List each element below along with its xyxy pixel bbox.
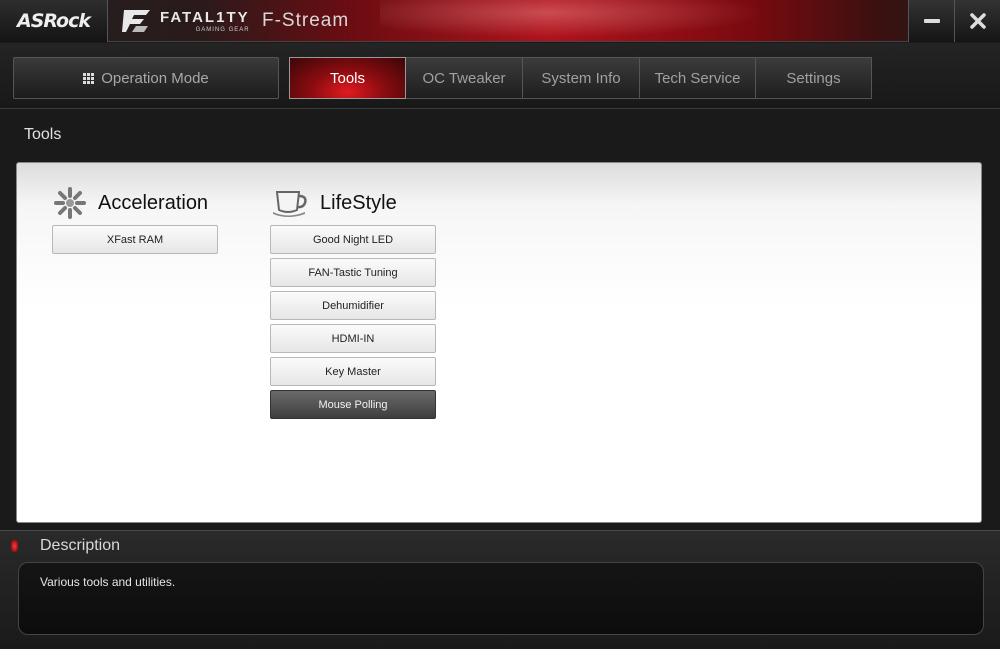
- tab-tech-service[interactable]: Tech Service: [640, 57, 756, 99]
- lifestyle-group: LifeStyle Good Night LED FAN-Tastic Tuni…: [270, 185, 436, 419]
- asrock-logo: ASRock: [0, 0, 108, 42]
- fatal1ty-logo: FATAL1TY GAMING GEAR: [120, 4, 250, 38]
- dehumidifier-button[interactable]: Dehumidifier: [270, 291, 436, 320]
- fatal1ty-mark-icon: [122, 10, 150, 32]
- xfast-ram-button[interactable]: XFast RAM: [52, 225, 218, 254]
- title-bar: ASRock FATAL1TY GAMING GEAR F-Stream: [0, 0, 1000, 42]
- key-master-button[interactable]: Key Master: [270, 357, 436, 386]
- description-box: Various tools and utilities.: [18, 562, 984, 635]
- minimize-button[interactable]: [908, 0, 954, 42]
- tools-panel: Acceleration XFast RAM LifeStyle Good Ni…: [16, 162, 982, 523]
- operation-mode-label: Operation Mode: [101, 69, 209, 87]
- fatal1ty-subtitle: GAMING GEAR: [195, 26, 250, 33]
- fatal1ty-wordmark: FATAL1TY: [160, 8, 250, 26]
- tab-tools[interactable]: Tools: [289, 57, 406, 99]
- title-bar-glow: [380, 0, 800, 42]
- good-night-led-button[interactable]: Good Night LED: [270, 225, 436, 254]
- description-section: Description Various tools and utilities.: [0, 530, 1000, 649]
- grid-icon: [83, 72, 95, 84]
- acceleration-group: Acceleration XFast RAM: [52, 185, 218, 254]
- operation-mode-button[interactable]: Operation Mode: [13, 57, 279, 99]
- brand-name: ASRock: [16, 10, 91, 32]
- close-button[interactable]: [954, 0, 1000, 42]
- description-text: Various tools and utilities.: [40, 575, 176, 589]
- status-led-icon: [11, 540, 18, 552]
- tab-settings[interactable]: Settings: [756, 57, 872, 99]
- main-tabs: Tools OC Tweaker System Info Tech Servic…: [289, 57, 872, 99]
- description-title: Description: [40, 537, 121, 554]
- close-icon: [969, 13, 986, 29]
- mouse-polling-button[interactable]: Mouse Polling: [270, 390, 436, 419]
- acceleration-icon: [54, 187, 86, 219]
- fan-tastic-tuning-button[interactable]: FAN-Tastic Tuning: [270, 258, 436, 287]
- app-title: F-Stream: [262, 10, 350, 31]
- lifestyle-title: LifeStyle: [320, 191, 397, 214]
- hdmi-in-button[interactable]: HDMI-IN: [270, 324, 436, 353]
- page-title: Tools: [24, 126, 62, 143]
- coffee-cup-icon: [273, 191, 307, 217]
- tab-oc-tweaker[interactable]: OC Tweaker: [406, 57, 523, 99]
- tab-system-info[interactable]: System Info: [523, 57, 640, 99]
- acceleration-title: Acceleration: [98, 191, 209, 214]
- minimize-icon: [923, 19, 940, 23]
- nav-bar: Operation Mode Tools OC Tweaker System I…: [0, 43, 1000, 109]
